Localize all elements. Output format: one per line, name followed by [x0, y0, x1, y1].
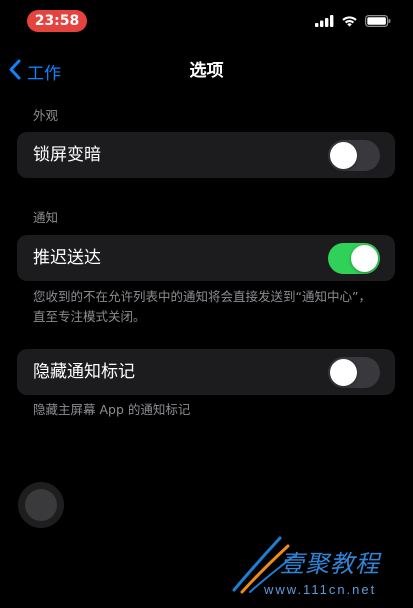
dim-lock-screen-toggle[interactable] — [328, 140, 380, 171]
section-header-notifications: 通知 — [33, 210, 59, 225]
toggle-knob — [330, 359, 357, 386]
row-label: 推迟送达 — [33, 248, 101, 268]
settings-row-dim-lock-screen: 锁屏变暗 — [17, 132, 395, 178]
settings-row-hide-badges: 隐藏通知标记 — [17, 349, 395, 395]
notifications-footnote: 您收到的不在允许列表中的通知将会直接发送到“通知中心”，直至专注模式关闭。 — [33, 289, 371, 324]
section-header-appearance: 外观 — [33, 108, 59, 123]
navigation-bar: 工作 选项 — [0, 52, 413, 90]
assistive-touch-dot — [25, 489, 57, 521]
watermark-url: www.111cn.net — [264, 582, 377, 597]
status-time: 23:58 — [27, 10, 87, 32]
cellular-signal-icon — [315, 15, 334, 27]
battery-icon — [365, 15, 391, 27]
badges-footnote: 隐藏主屏幕 App 的通知标记 — [33, 402, 191, 417]
row-label: 隐藏通知标记 — [33, 362, 135, 382]
delay-delivery-toggle[interactable] — [328, 243, 380, 274]
watermark: 壹聚教程 www.111cn.net — [228, 534, 408, 604]
assistive-touch-button[interactable] — [18, 482, 64, 528]
settings-row-delay-delivery: 推迟送达 — [17, 235, 395, 281]
watermark-title: 壹聚教程 — [280, 550, 380, 578]
status-bar: 23:58 — [0, 0, 413, 44]
toggle-knob — [330, 142, 357, 169]
wifi-icon — [341, 15, 358, 27]
status-icons — [315, 13, 391, 29]
hide-badges-toggle[interactable] — [328, 357, 380, 388]
toggle-knob — [351, 245, 378, 272]
page-title: 选项 — [189, 61, 224, 81]
row-label: 锁屏变暗 — [33, 145, 101, 165]
